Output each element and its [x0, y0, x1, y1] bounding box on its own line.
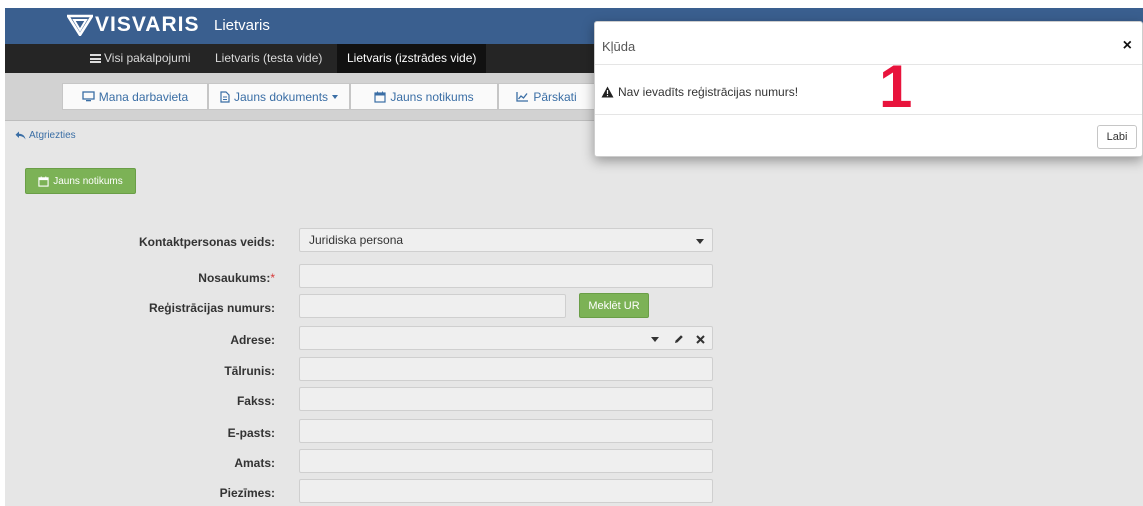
workplace-label: Mana darbavieta — [98, 89, 189, 104]
nav-all-services-label: Visi pakalpojumi — [104, 51, 191, 65]
document-icon — [220, 90, 230, 103]
back-link[interactable]: Atgriezties — [15, 130, 76, 141]
new-document-dropdown[interactable]: Jauns dokuments — [208, 83, 350, 110]
dialog-close-button[interactable]: × — [1123, 38, 1132, 54]
phone-input[interactable] — [299, 357, 713, 381]
dialog-message: Nav ievadīts reģistrācijas numurs! — [601, 85, 798, 99]
pencil-icon — [675, 335, 683, 343]
notes-input[interactable] — [299, 479, 713, 503]
new-document-label: Jauns dokuments — [233, 89, 329, 104]
name-label-text: Nosaukums: — [198, 271, 271, 285]
required-marker: * — [270, 271, 275, 285]
line-chart-icon — [516, 92, 529, 102]
dialog-title: Kļūda — [602, 39, 636, 54]
position-input[interactable] — [299, 449, 713, 473]
contact-type-value: Juridiska persona — [309, 233, 404, 247]
email-label: E-pasts: — [227, 426, 275, 440]
calendar-icon — [374, 91, 386, 103]
search-register-button[interactable]: Meklēt UR — [579, 293, 649, 318]
dialog-message-text: Nav ievadīts reģistrācijas numurs! — [618, 85, 799, 99]
app-title: Lietvaris — [214, 17, 270, 34]
nav-dev-env[interactable]: Lietvaris (izstrādes vide) — [337, 44, 487, 73]
visvaris-logo-icon — [67, 14, 93, 36]
dialog-divider — [595, 64, 1142, 65]
reports-label: Pārskati — [533, 89, 577, 104]
position-label: Amats: — [234, 456, 275, 470]
monitor-icon — [82, 91, 95, 102]
phone-label: Tālrunis: — [224, 364, 275, 378]
logo-text: VISVARIS — [95, 13, 200, 36]
nav-test-env-label: Lietvaris (testa vide) — [215, 51, 323, 65]
fax-input[interactable] — [299, 387, 713, 411]
workplace-button[interactable]: Mana darbavieta — [62, 83, 208, 110]
chevron-down-icon — [332, 94, 339, 99]
reg-number-label: Reģistrācijas numurs: — [148, 301, 275, 315]
reply-arrow-icon — [15, 131, 26, 140]
new-event-toolbar-button[interactable]: Jauns notikums — [350, 83, 498, 110]
dialog-ok-button[interactable]: Labi — [1097, 125, 1137, 149]
address-select[interactable] — [299, 326, 713, 350]
contact-type-label: Kontaktpersonas veids: — [138, 235, 275, 249]
address-label: Adrese: — [230, 333, 275, 347]
name-input[interactable] — [299, 264, 713, 288]
nav-all-services[interactable]: Visi pakalpojumi — [80, 44, 201, 73]
menu-icon — [90, 54, 101, 63]
dialog-footer-divider — [595, 114, 1142, 115]
new-event-button-label: Jauns notikums — [53, 175, 123, 187]
contact-type-select[interactable]: Juridiska persona — [299, 228, 713, 252]
reports-button[interactable]: Pārskati — [498, 83, 595, 110]
name-label: Nosaukums:* — [198, 271, 275, 285]
new-event-button[interactable]: Jauns notikums — [25, 168, 136, 194]
chevron-down-icon — [696, 239, 704, 244]
new-event-toolbar-label: Jauns notikums — [390, 89, 474, 104]
chevron-down-icon — [651, 337, 659, 342]
notes-label: Piezīmes: — [219, 486, 275, 500]
logo[interactable]: VISVARIS — [67, 10, 199, 40]
annotation-number: 1 — [879, 53, 913, 120]
edit-address-button[interactable] — [669, 331, 689, 347]
fax-label: Fakss: — [236, 394, 275, 408]
error-dialog: Kļūda × Nav ievadīts reģistrācijas numur… — [594, 21, 1143, 157]
reg-number-input[interactable] — [299, 294, 566, 318]
close-icon — [695, 334, 705, 344]
clear-address-button[interactable] — [690, 331, 710, 347]
back-link-label: Atgriezties — [29, 130, 76, 141]
nav-test-env[interactable]: Lietvaris (testa vide) — [205, 44, 332, 73]
nav-dev-env-label: Lietvaris (izstrādes vide) — [347, 51, 477, 65]
calendar-icon — [38, 175, 49, 187]
email-input[interactable] — [299, 419, 713, 443]
warning-icon — [601, 86, 614, 98]
